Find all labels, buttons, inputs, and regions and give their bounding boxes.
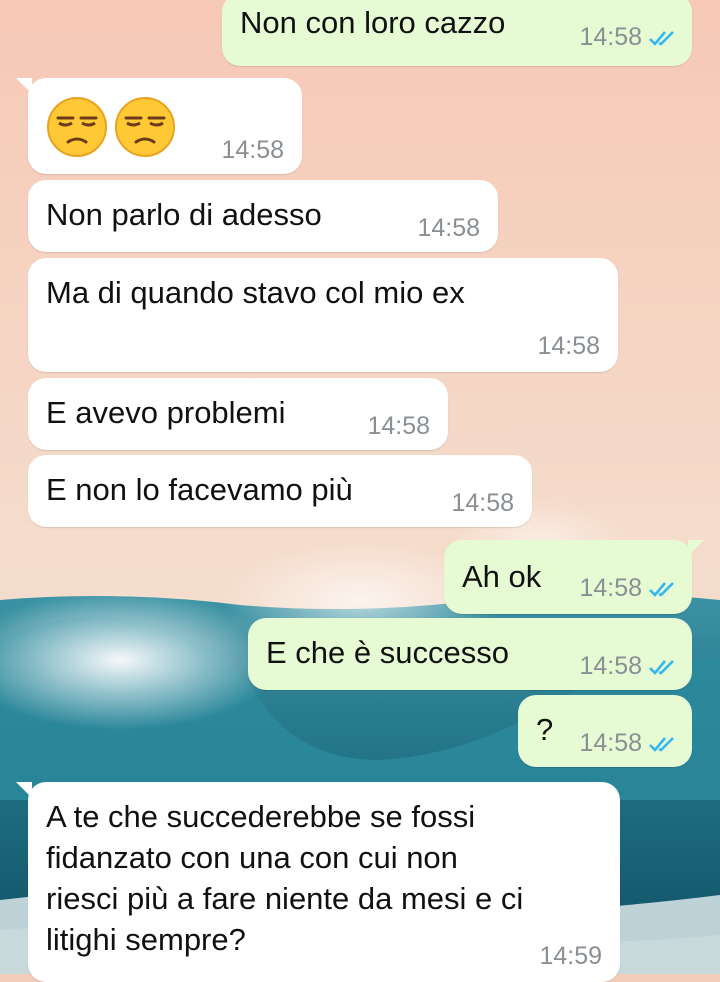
message-time: 14:58 xyxy=(579,652,642,680)
incoming-message-bubble[interactable]: Ma di quando stavo col mio ex 14:58 xyxy=(28,258,618,372)
incoming-message-bubble[interactable]: Non parlo di adesso 14:58 xyxy=(28,180,498,252)
message-text: Ah ok xyxy=(462,559,542,594)
chat-message-list[interactable]: Non con loro cazzo 14:58 14:58 Non parlo… xyxy=(0,0,720,982)
message-time: 14:58 xyxy=(579,574,642,602)
incoming-message-bubble[interactable]: E non lo facevamo più 14:58 xyxy=(28,455,532,527)
outgoing-message-bubble[interactable]: E che è successo 14:58 xyxy=(248,618,692,690)
incoming-message-bubble[interactable]: E avevo problemi 14:58 xyxy=(28,378,448,450)
message-time: 14:58 xyxy=(367,412,430,440)
message-time: 14:58 xyxy=(417,214,480,242)
unamused-face-emoji xyxy=(46,96,108,158)
message-time: 14:58 xyxy=(221,136,284,164)
read-double-tick-icon xyxy=(648,658,678,676)
message-time: 14:59 xyxy=(539,942,602,970)
message-time: 14:58 xyxy=(579,23,642,51)
message-text: E che è successo xyxy=(266,635,509,670)
incoming-message-bubble[interactable]: 14:58 xyxy=(16,78,302,174)
message-text: ? xyxy=(536,712,554,747)
outgoing-message-bubble[interactable]: ? 14:58 xyxy=(518,695,692,767)
read-double-tick-icon xyxy=(648,29,678,47)
message-time: 14:58 xyxy=(579,729,642,757)
read-double-tick-icon xyxy=(648,735,678,753)
incoming-message-bubble[interactable]: A te che succederebbe se fossi fidanzato… xyxy=(16,782,620,982)
message-text: A te che succederebbe se fossi fidanzato… xyxy=(46,799,524,957)
message-time: 14:58 xyxy=(537,332,600,360)
message-text: E non lo facevamo più xyxy=(46,472,353,507)
message-text: Ma di quando stavo col mio ex xyxy=(46,275,465,310)
read-double-tick-icon xyxy=(648,580,678,598)
message-text: E avevo problemi xyxy=(46,395,286,430)
message-text: Non parlo di adesso xyxy=(46,197,322,232)
message-time: 14:58 xyxy=(451,489,514,517)
unamused-face-emoji xyxy=(114,96,176,158)
outgoing-message-bubble[interactable]: Ah ok 14:58 xyxy=(444,540,704,614)
outgoing-message-bubble[interactable]: Non con loro cazzo 14:58 xyxy=(222,0,692,66)
message-text: Non con loro cazzo xyxy=(240,5,506,40)
